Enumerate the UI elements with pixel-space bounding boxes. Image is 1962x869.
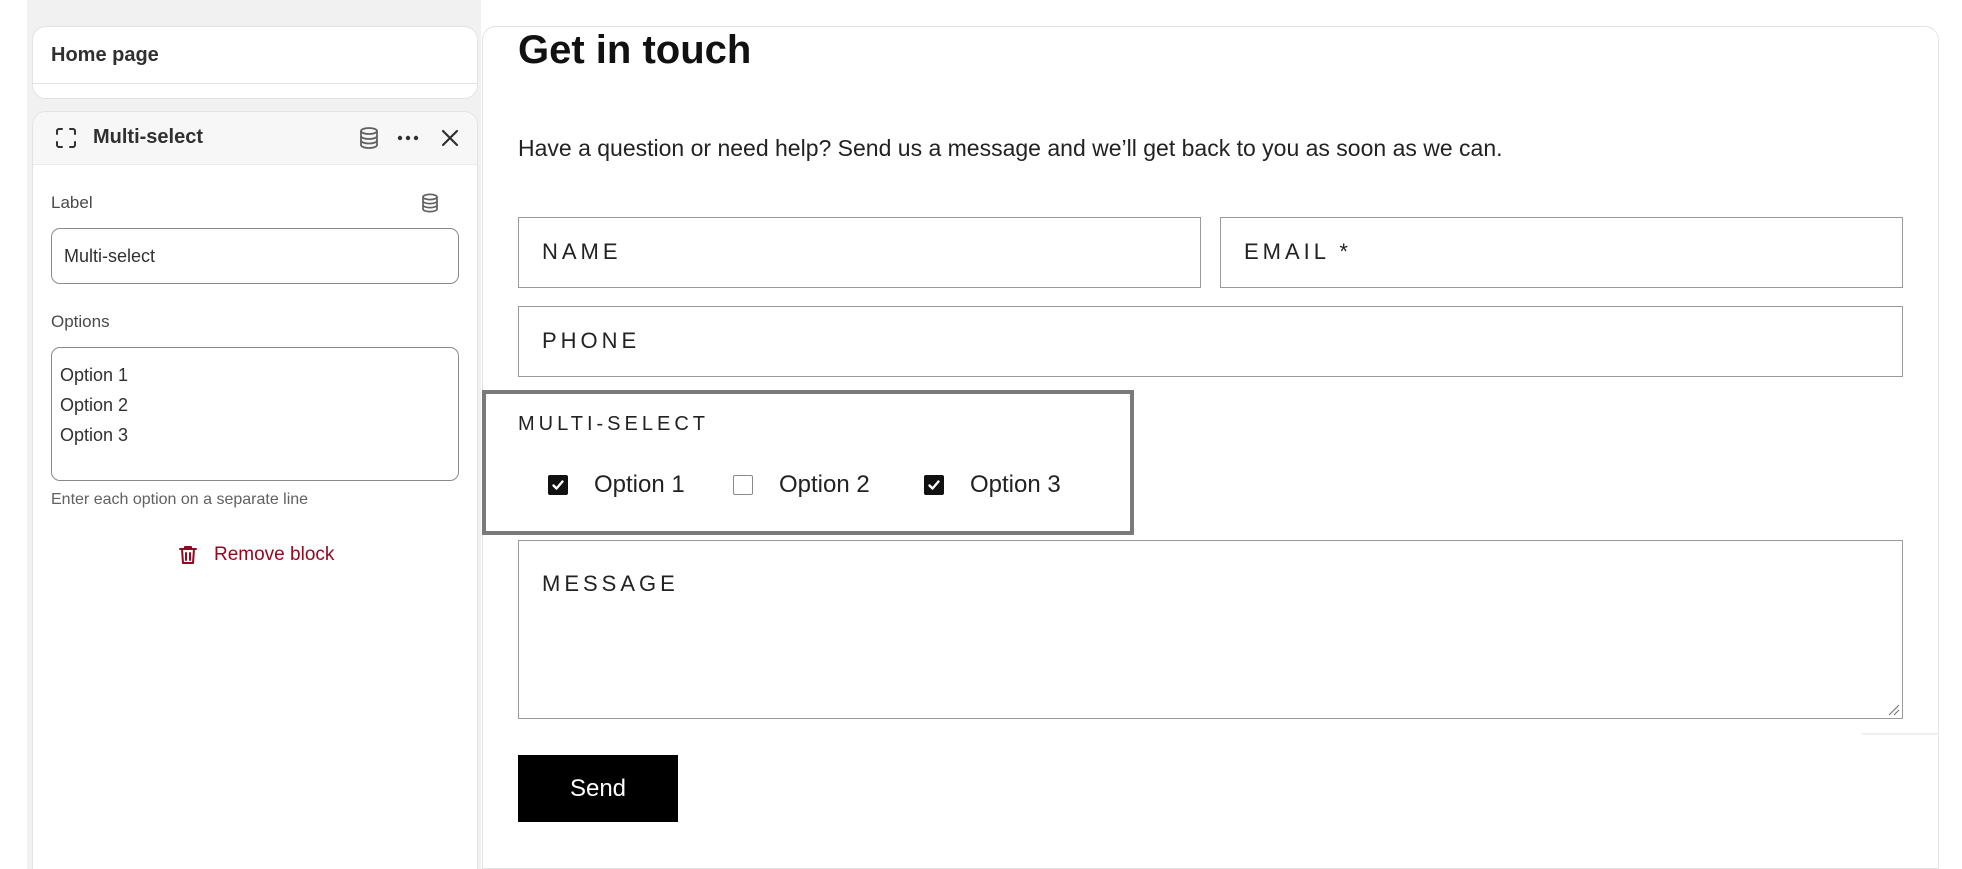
block-frame-icon [56, 128, 76, 148]
phone-placeholder: PHONE [542, 328, 641, 353]
database-icon[interactable] [356, 125, 382, 151]
block-panel-title: Multi-select [93, 126, 204, 148]
multi-select-option-2[interactable]: Option 2 [733, 471, 870, 499]
options-line: Option 1 [60, 365, 129, 385]
remove-block-label: Remove block [214, 544, 335, 565]
email-placeholder: EMAIL * [1244, 239, 1352, 264]
multi-select-option-1[interactable]: Option 1 [548, 471, 685, 499]
options-line: Option 3 [60, 425, 129, 445]
more-horizontal-icon[interactable] [395, 125, 421, 151]
checkmark-icon [552, 480, 564, 490]
multi-select-option-3[interactable]: Option 3 [924, 471, 1061, 499]
block-settings-panel: Multi-select Label Options Option 1 Opti… [32, 111, 478, 869]
checkbox-checked[interactable] [548, 475, 568, 495]
page-card-title: Home page [51, 44, 159, 66]
page-title: Get in touch [518, 28, 752, 72]
close-icon[interactable] [437, 125, 463, 151]
option-label: Option 2 [779, 471, 870, 498]
preview-edge-shadow [1862, 733, 1939, 735]
database-icon[interactable] [419, 192, 441, 214]
option-label: Option 1 [594, 471, 685, 498]
message-placeholder: MESSAGE [542, 571, 679, 596]
checkbox-checked[interactable] [924, 475, 944, 495]
checkbox-unchecked[interactable] [733, 475, 753, 495]
resize-handle-icon[interactable] [1886, 702, 1900, 716]
send-button[interactable]: Send [518, 755, 678, 822]
option-label: Option 3 [970, 471, 1061, 498]
multi-select-label: MULTI-SELECT [518, 413, 709, 435]
page-card-divider [33, 83, 477, 84]
name-placeholder: NAME [542, 239, 622, 264]
options-line: Option 2 [60, 395, 129, 415]
email-input[interactable]: EMAIL * [1220, 217, 1903, 288]
page-subtitle: Have a question or need help? Send us a … [518, 135, 1503, 161]
options-field-label: Options [51, 312, 110, 331]
selected-block-outline[interactable] [482, 390, 1134, 535]
block-panel-header: Multi-select [33, 112, 477, 165]
name-input[interactable]: NAME [518, 217, 1201, 288]
message-textarea[interactable]: MESSAGE [518, 540, 1903, 719]
trash-icon [179, 546, 197, 564]
options-help-text: Enter each option on a separate line [51, 491, 309, 508]
label-field-label: Label [51, 193, 93, 212]
remove-block-button[interactable]: Remove block [176, 540, 334, 570]
options-textarea[interactable]: Option 1 Option 2 Option 3 [51, 347, 459, 481]
phone-input[interactable]: PHONE [518, 306, 1903, 377]
page-card[interactable]: Home page [32, 26, 478, 99]
label-input[interactable] [51, 228, 459, 284]
checkmark-icon [928, 480, 940, 490]
